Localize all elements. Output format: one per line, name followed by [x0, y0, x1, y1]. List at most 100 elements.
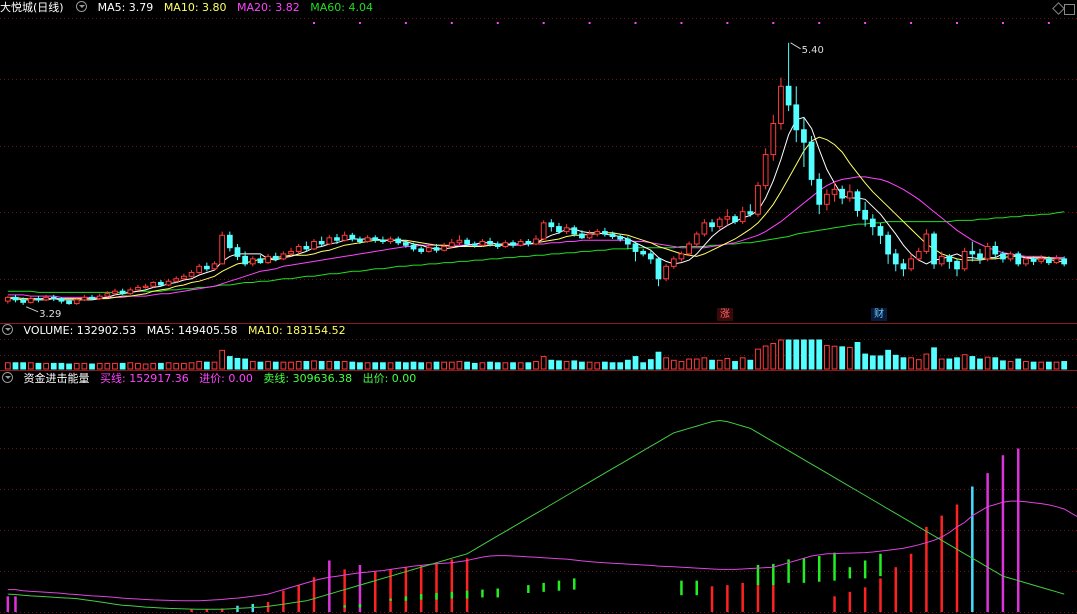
candle-down — [510, 242, 516, 246]
volume-bar — [380, 362, 386, 370]
candle-up — [96, 295, 103, 300]
volume-bar — [525, 362, 532, 370]
volume-bar — [181, 362, 187, 370]
volume-bar — [173, 362, 180, 370]
volume-bar — [349, 361, 356, 370]
candle-up — [778, 85, 784, 125]
volume-bar — [12, 362, 19, 370]
volume-bar — [43, 362, 49, 370]
candle-up — [594, 231, 601, 235]
candle-up — [961, 250, 968, 270]
volume-bar — [869, 355, 876, 370]
settings-dropdown-icon[interactable] — [76, 1, 88, 12]
volume-dropdown-icon[interactable] — [2, 324, 13, 335]
volume-bar — [1007, 361, 1014, 370]
volume-bar — [318, 361, 325, 370]
finance-tag[interactable]: 财 — [871, 308, 887, 321]
candle-down — [946, 255, 953, 262]
volume-bar — [242, 358, 248, 370]
volume-bar — [954, 357, 960, 370]
sell-line-label: 卖线: 309636.38 — [263, 372, 353, 385]
candle-up — [265, 255, 271, 264]
volume-bar — [81, 362, 88, 370]
volume-bar — [747, 359, 754, 370]
candle-up — [387, 238, 394, 242]
candle-down — [89, 296, 95, 300]
volume-bar — [364, 362, 371, 370]
candle-up — [663, 265, 670, 280]
candle-down — [372, 237, 379, 241]
volume-bar — [701, 357, 708, 370]
volume-bar — [770, 343, 777, 370]
signal-dot — [634, 22, 637, 24]
rise-tag[interactable]: 涨 — [717, 308, 733, 321]
candle-down — [318, 241, 325, 245]
candle-up — [4, 296, 11, 302]
signal-dot — [313, 22, 316, 24]
candle-down — [709, 222, 715, 228]
candle-down — [234, 247, 241, 257]
candle-down — [969, 250, 976, 255]
candle-down — [1061, 258, 1068, 265]
stock-name[interactable]: 大悦城(日线) — [0, 1, 64, 14]
indicator-panel — [6, 419, 1077, 612]
candle-down — [732, 216, 738, 223]
candle-down — [487, 241, 493, 245]
volume-bar — [135, 362, 141, 370]
signal-dot — [588, 22, 591, 24]
candle-down — [20, 299, 27, 303]
candle-up — [517, 241, 524, 246]
volume-bar — [862, 353, 869, 370]
candle-up — [456, 239, 463, 244]
indicator-dropdown-icon[interactable] — [2, 372, 13, 383]
volume-bar — [456, 361, 463, 370]
volume-bar — [418, 362, 425, 370]
candle-down — [579, 233, 585, 239]
volume-bar — [984, 356, 991, 370]
volume-bar — [801, 339, 807, 370]
candle-down — [877, 226, 884, 236]
candle-up — [135, 286, 141, 291]
ma5-line — [7, 116, 1065, 301]
candle-up — [181, 275, 187, 280]
candle-up — [701, 222, 708, 235]
high-price-label: 5.40 — [802, 45, 824, 56]
volume-bar — [556, 360, 562, 370]
candle-down — [257, 258, 264, 264]
volume-bar — [678, 361, 685, 370]
candle-down — [892, 253, 899, 265]
volume-bar — [272, 361, 279, 370]
window-icon[interactable] — [1064, 4, 1075, 15]
candle-up — [1053, 258, 1060, 264]
signal-dot — [496, 22, 499, 24]
candle-down — [418, 248, 425, 252]
volume-bar — [739, 357, 746, 370]
candle-up — [824, 193, 830, 205]
volume-bar — [663, 357, 670, 370]
volume-bar — [915, 359, 922, 370]
volume-bar — [755, 348, 761, 370]
candle-up — [1023, 258, 1029, 265]
volume-bar — [341, 361, 348, 370]
candle-down — [158, 281, 164, 286]
candle-down — [655, 258, 662, 280]
volume-bar — [1045, 361, 1052, 370]
candle-up — [846, 191, 853, 199]
signal-dot — [450, 22, 453, 24]
signal-dot — [1047, 22, 1050, 24]
candle-up — [188, 272, 195, 277]
volume-bar — [104, 362, 111, 370]
candle-down — [900, 263, 907, 270]
candle-down — [50, 296, 57, 300]
volume-bar — [579, 361, 585, 370]
volume-bar — [517, 362, 524, 370]
stock-chart[interactable]: 5.40 3.29 — [0, 0, 1077, 614]
candle-down — [119, 290, 126, 295]
volume-bar — [931, 347, 937, 370]
ma10-line — [7, 136, 1065, 300]
volume-bar — [877, 355, 884, 370]
candle-up — [678, 253, 685, 260]
candle-down — [977, 253, 983, 260]
volume-bar — [640, 362, 647, 370]
volume-bar — [280, 361, 287, 370]
